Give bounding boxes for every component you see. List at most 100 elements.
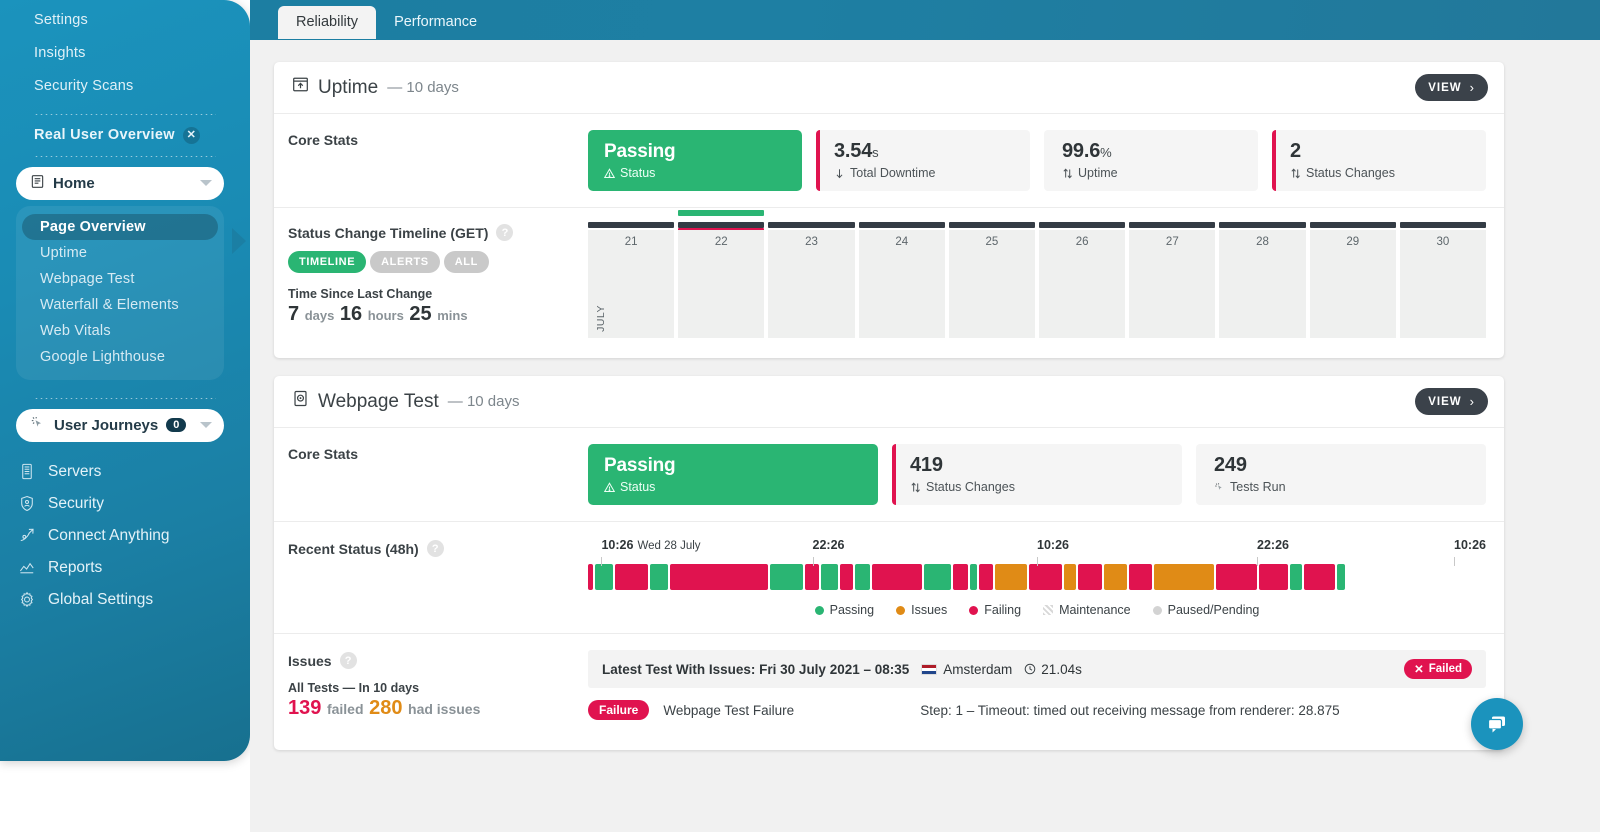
timeline-day[interactable]: 24 xyxy=(858,222,945,338)
uptime-stat-uptime[interactable]: 99.6% Uptime xyxy=(1044,130,1258,191)
close-icon[interactable]: ✕ xyxy=(182,126,200,144)
recent-status-segment[interactable] xyxy=(669,564,769,590)
sidebar-item-security[interactable]: Security xyxy=(10,488,250,520)
recent-status-segment[interactable] xyxy=(924,564,952,590)
sidebar-item-insights[interactable]: Insights xyxy=(34,37,250,70)
page-body: Uptime — 10 days VIEW › Core Stats Passi… xyxy=(274,62,1504,768)
uptime-timeline-left: Status Change Timeline (GET) ? TIMELINE … xyxy=(288,222,588,338)
stat-label-group: Total Downtime xyxy=(834,166,1016,180)
sidebar-item-reports[interactable]: Reports xyxy=(10,552,250,584)
recent-status-segment[interactable] xyxy=(1063,564,1077,590)
timeline-day[interactable]: 29 xyxy=(1309,222,1396,338)
chevron-right-icon: › xyxy=(1469,80,1475,95)
uptime-stat-status[interactable]: Passing Status xyxy=(588,130,802,191)
user-journeys-dropdown[interactable]: User Journeys 0 xyxy=(16,408,224,442)
recent-status-segment[interactable] xyxy=(1289,564,1303,590)
recent-status-segment[interactable] xyxy=(615,564,648,590)
uptime-stat-status-changes[interactable]: 2 Status Changes xyxy=(1272,130,1486,191)
stat-label-group: Tests Run xyxy=(1214,480,1472,494)
recent-status-bar[interactable] xyxy=(588,564,1486,590)
sidebar-bottom-nav: Servers Security Connect Anything Report… xyxy=(0,456,250,616)
wpt-stat-status[interactable]: Passing Status xyxy=(588,444,878,505)
stat-value: 3.54s xyxy=(834,140,879,162)
timeline-day[interactable]: 22 xyxy=(678,210,765,338)
legend-item: Maintenance xyxy=(1043,603,1131,617)
help-icon[interactable]: ? xyxy=(426,540,444,557)
filter-all[interactable]: ALL xyxy=(443,251,489,273)
timeline-day[interactable]: 30 xyxy=(1399,222,1487,338)
recent-status-segment[interactable] xyxy=(978,564,994,590)
sidebar-item-servers[interactable]: Servers xyxy=(10,456,250,488)
recent-status-segment[interactable] xyxy=(588,564,594,590)
webpage-test-view-button[interactable]: VIEW › xyxy=(1415,388,1488,415)
timeline-title-group: Status Change Timeline (GET) ? xyxy=(288,224,588,241)
recent-status-segment[interactable] xyxy=(1103,564,1127,590)
sidebar-item-google-lighthouse[interactable]: Google Lighthouse xyxy=(22,344,218,370)
sidebar-item-page-overview[interactable]: Page Overview xyxy=(22,213,218,240)
recent-status-segment[interactable] xyxy=(1078,564,1102,590)
webpage-test-stats: Passing Status 419 Status Changes 249 Te… xyxy=(588,444,1486,505)
issues-detail: Latest Test With Issues: Fri 30 July 202… xyxy=(588,650,1486,724)
recent-status-segment[interactable] xyxy=(1336,564,1345,590)
recent-status-segment[interactable] xyxy=(804,564,820,590)
timeline-top-bar xyxy=(1039,222,1126,228)
timeline-day[interactable]: 26 xyxy=(1039,222,1126,338)
recent-status-segment[interactable] xyxy=(995,564,1028,590)
recent-status-segment[interactable] xyxy=(1215,564,1257,590)
recent-status-segment[interactable] xyxy=(595,564,614,590)
uptime-stat-total-downtime[interactable]: 3.54s Total Downtime xyxy=(816,130,1030,191)
timeline-day[interactable]: 28 xyxy=(1219,222,1306,338)
sidebar-item-real-user-overview[interactable]: Real User Overview ✕ xyxy=(0,125,250,146)
sidebar-item-global-settings[interactable]: Global Settings xyxy=(10,584,250,616)
wpt-stat-status-changes[interactable]: 419 Status Changes xyxy=(892,444,1182,505)
recent-status-segment[interactable] xyxy=(953,564,969,590)
sidebar-item-web-vitals[interactable]: Web Vitals xyxy=(22,318,218,344)
recent-status-segment[interactable] xyxy=(1154,564,1214,590)
filter-alerts[interactable]: ALERTS xyxy=(370,251,440,273)
recent-status-segment[interactable] xyxy=(821,564,839,590)
wpt-stat-tests-run[interactable]: 249 Tests Run xyxy=(1196,444,1486,505)
timeline-day-body: 21 JULY xyxy=(588,230,675,338)
recent-status-segment[interactable] xyxy=(1258,564,1288,590)
filter-timeline[interactable]: TIMELINE xyxy=(288,251,367,273)
main-content: Uptime — 10 days VIEW › Core Stats Passi… xyxy=(250,40,1600,832)
arrows-updown-icon xyxy=(1063,168,1072,178)
sidebar-item-security-scans[interactable]: Security Scans xyxy=(34,70,250,103)
recent-status-segment[interactable] xyxy=(840,564,853,590)
sidebar-item-uptime[interactable]: Uptime xyxy=(22,240,218,266)
latest-test-title: Latest Test With Issues: Fri 30 July 202… xyxy=(602,661,910,677)
stat-value: Passing xyxy=(604,455,676,476)
tab-performance[interactable]: Performance xyxy=(376,6,495,39)
recent-status-segment[interactable] xyxy=(649,564,668,590)
home-dropdown[interactable]: Home xyxy=(16,166,224,200)
sidebar-item-waterfall-elements[interactable]: Waterfall & Elements xyxy=(22,292,218,318)
status-change-timeline-chart: 21 JULY 22 23 24 25 26 27 28 29 30 xyxy=(588,210,1487,338)
timeline-day[interactable]: 25 xyxy=(948,222,1036,338)
recent-status-segment[interactable] xyxy=(1128,564,1153,590)
sidebar-item-connect-anything[interactable]: Connect Anything xyxy=(10,520,250,552)
timeline-day-number: 23 xyxy=(805,236,818,248)
recent-status-segment[interactable] xyxy=(1304,564,1335,590)
help-icon[interactable]: ? xyxy=(339,652,357,669)
recent-status-segment[interactable] xyxy=(871,564,923,590)
sidebar-label: Security xyxy=(48,494,104,512)
recent-status-segment[interactable] xyxy=(1029,564,1062,590)
uptime-view-button[interactable]: VIEW › xyxy=(1415,74,1488,101)
latest-test-header: Latest Test With Issues: Fri 30 July 202… xyxy=(588,650,1486,688)
chat-button[interactable] xyxy=(1471,698,1523,750)
help-icon[interactable]: ? xyxy=(496,224,514,241)
recent-status-segment[interactable] xyxy=(970,564,977,590)
tab-reliability[interactable]: Reliability xyxy=(278,6,377,39)
timeline-day[interactable]: 21 JULY xyxy=(588,222,675,338)
timeline-day-number: 30 xyxy=(1436,236,1450,248)
timeline-top-bar xyxy=(588,222,675,228)
sidebar-item-webpage-test[interactable]: Webpage Test xyxy=(22,266,218,292)
recent-status-segment[interactable] xyxy=(770,564,803,590)
sidebar-item-settings[interactable]: Settings xyxy=(34,4,250,37)
arrows-updown-icon xyxy=(1291,168,1300,178)
failure-title: Webpage Test Failure xyxy=(663,702,795,718)
timeline-day[interactable]: 27 xyxy=(1129,222,1216,338)
recent-status-segment[interactable] xyxy=(854,564,870,590)
timeline-green-marker xyxy=(678,210,765,216)
timeline-day[interactable]: 23 xyxy=(768,222,855,338)
